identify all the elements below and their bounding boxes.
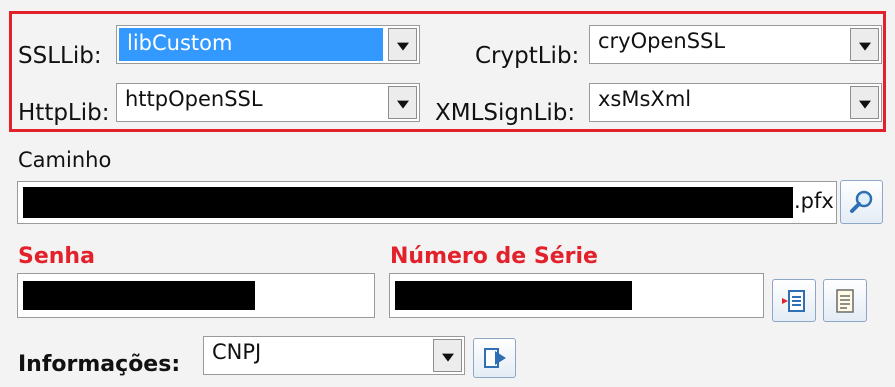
- httplib-select[interactable]: httpOpenSSL: [116, 83, 420, 122]
- password-label: Senha: [18, 244, 95, 269]
- select-certificate-button[interactable]: [772, 279, 816, 322]
- ssllib-select[interactable]: libCustom: [116, 25, 420, 64]
- xmlsignlib-label: XMLSignLib:: [435, 100, 576, 126]
- cryptlib-value: cryOpenSSL: [598, 29, 726, 53]
- path-input[interactable]: .pfx: [17, 181, 837, 224]
- ssllib-value: libCustom: [119, 28, 383, 61]
- go-button[interactable]: [473, 338, 516, 378]
- info-select[interactable]: CNPJ: [203, 336, 465, 375]
- info-value: CNPJ: [212, 340, 262, 364]
- certificate-info-button[interactable]: [823, 279, 867, 322]
- xmlsignlib-select[interactable]: xsMsXml: [589, 83, 882, 122]
- serial-number-input[interactable]: [389, 273, 764, 318]
- serial-number-label: Número de Série: [390, 244, 598, 269]
- certificate-info-icon: [836, 288, 854, 313]
- go-icon: [483, 348, 506, 368]
- redacted-password: [23, 281, 255, 310]
- chevron-down-icon: [441, 353, 454, 362]
- chevron-down-icon: [396, 100, 409, 109]
- info-label: Informações:: [18, 352, 181, 377]
- chevron-down-icon: [396, 42, 409, 51]
- search-icon: [849, 190, 872, 213]
- httplib-label: HttpLib:: [18, 100, 110, 126]
- cryptlib-label: CryptLib:: [475, 43, 580, 69]
- xmlsignlib-dropdown-button[interactable]: [850, 86, 879, 119]
- xmlsignlib-value: xsMsXml: [598, 87, 692, 111]
- redacted-path: [23, 187, 793, 218]
- browse-certificate-button[interactable]: [840, 180, 883, 224]
- password-input[interactable]: [17, 273, 375, 318]
- ssllib-label: SSLLib:: [18, 43, 102, 69]
- path-label: Caminho: [18, 148, 112, 172]
- ssllib-dropdown-button[interactable]: [388, 28, 417, 61]
- chevron-down-icon: [858, 100, 871, 109]
- cryptlib-select[interactable]: cryOpenSSL: [589, 25, 882, 64]
- path-suffix: .pfx: [794, 189, 834, 213]
- info-dropdown-button[interactable]: [433, 339, 462, 372]
- chevron-down-icon: [858, 42, 871, 51]
- redacted-serial-number: [395, 281, 632, 310]
- select-certificate-icon: [782, 289, 805, 312]
- cryptlib-dropdown-button[interactable]: [850, 28, 879, 61]
- httplib-dropdown-button[interactable]: [388, 86, 417, 119]
- httplib-value: httpOpenSSL: [125, 87, 263, 111]
